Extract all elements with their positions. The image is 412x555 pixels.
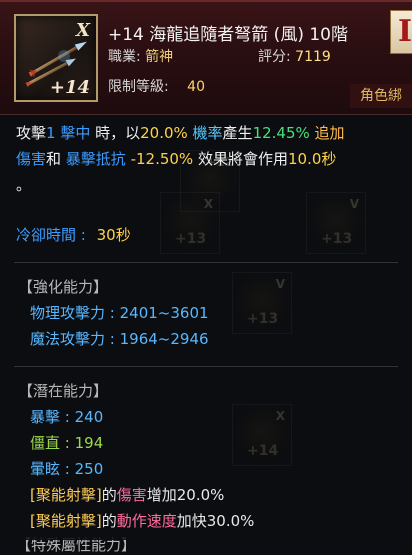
item-title: +14 海龍追隨者弩箭 (風) 10階 [108,25,348,45]
effect-when: 時，以 [90,124,141,142]
skill-bonus-row: [聚能射擊]的動作速度加快30.0% [30,510,254,531]
divider [14,262,398,263]
potential-value: 250 [74,460,104,478]
effect-line-2: 傷害和 暴擊抵抗 -12.50% 效果將會作用10.0秒 [16,148,412,169]
stat-value: 2401~3601 [119,304,209,322]
cooldown-value: 30秒 [96,226,131,244]
skill-attribute: 動作速度 [116,512,177,530]
effect-line-3: 。 [16,176,32,194]
effect-hit: 1 擊中 [46,124,91,142]
level-value: 40 [187,79,205,95]
colon: : [105,330,120,348]
stat-label: 魔法攻擊力 [30,330,106,348]
stat-row-magic-attack: 魔法攻擊力 : 1964~2946 [30,328,209,349]
tooltip-header: X +14 +14 海龍追隨者弩箭 (風) 10階 職業: 箭神 評分: 711… [0,0,412,115]
stat-row-physical-attack: 物理攻擊力 : 2401~3601 [30,302,209,323]
divider [14,366,398,367]
effect-damage: 傷害 [16,150,47,168]
score-label: 評分 [258,49,286,65]
effect-and: 和 [46,150,62,168]
effect-chance-label: 機率 [187,124,223,142]
item-mark: X [76,20,90,41]
item-upgrade-level: +14 [49,77,90,98]
skill-of: 的 [101,486,117,504]
skill-of: 的 [101,512,117,530]
potential-row-stiff: 僵直 : 194 [30,432,103,453]
potential-row-stun: 暈眩 : 250 [30,458,103,479]
effect-line-1: 攻擊1 擊中 時，以20.0% 機率產生12.45% 追加 [16,122,412,143]
role-tag: 角色綁 [350,84,412,108]
colon: : [105,304,120,322]
effect-crit-resist: 暴擊抵抗 [61,150,126,168]
potential-row-critical: 暴擊 : 240 [30,406,103,427]
colon: : [286,49,296,65]
background-slot: X +14 [232,404,292,466]
potential-label: 暈眩 [30,460,61,478]
job-row: 職業: 箭神 [108,46,173,66]
colon: : [60,434,75,452]
cooldown-row: 冷卻時間 : 30秒 [16,224,412,245]
job-label: 職業 [108,49,136,65]
colon: : [60,460,75,478]
skill-effect: 增加20.0% [146,486,225,504]
score-value: 7119 [295,49,331,65]
skill-attribute: 傷害 [116,486,147,504]
potential-value: 240 [74,408,104,426]
effect-chance-value: 20.0% [140,124,188,142]
effect-duration-text: 效果將會作用 [193,150,288,168]
effect-produce: 產生 [222,124,253,142]
colon: : [60,408,75,426]
skill-effect: 加快30.0% [176,512,255,530]
effect-attack: 攻擊 [16,124,47,142]
header-stripe [0,0,412,2]
cooldown-label: 冷卻時間 : [16,226,86,244]
item-icon: X +14 [14,14,98,102]
stat-value: 1964~2946 [119,330,209,348]
skill-bonus-row: [聚能射擊]的傷害增加20.0% [30,484,224,505]
skill-name: [聚能射擊] [30,486,102,504]
effect-extra-label: 追加 [309,124,345,142]
potential-label: 僵直 [30,434,61,452]
effect-duration-value: 10.0秒 [287,150,337,168]
colon: : [136,49,141,65]
stat-label: 物理攻擊力 [30,304,106,322]
grade-badge: I [390,10,412,54]
potential-title: 【潛在能力】 [18,382,109,400]
skill-name: [聚能射擊] [30,512,102,530]
enhance-title: 【強化能力】 [18,278,109,296]
job-value: 箭神 [145,49,174,65]
effect-extra-value: 12.45% [252,124,310,142]
colon: : [164,79,169,95]
level-row: 限制等級: 40 [108,76,205,96]
level-label: 限制等級 [108,79,164,95]
potential-label: 暴擊 [30,408,61,426]
score-row: 評分: 7119 [258,46,331,66]
background-slot: V +13 [232,272,292,334]
potential-value: 194 [74,434,104,452]
effect-crit-resist-value: -12.50% [125,150,194,168]
bottom-fade [0,530,412,540]
